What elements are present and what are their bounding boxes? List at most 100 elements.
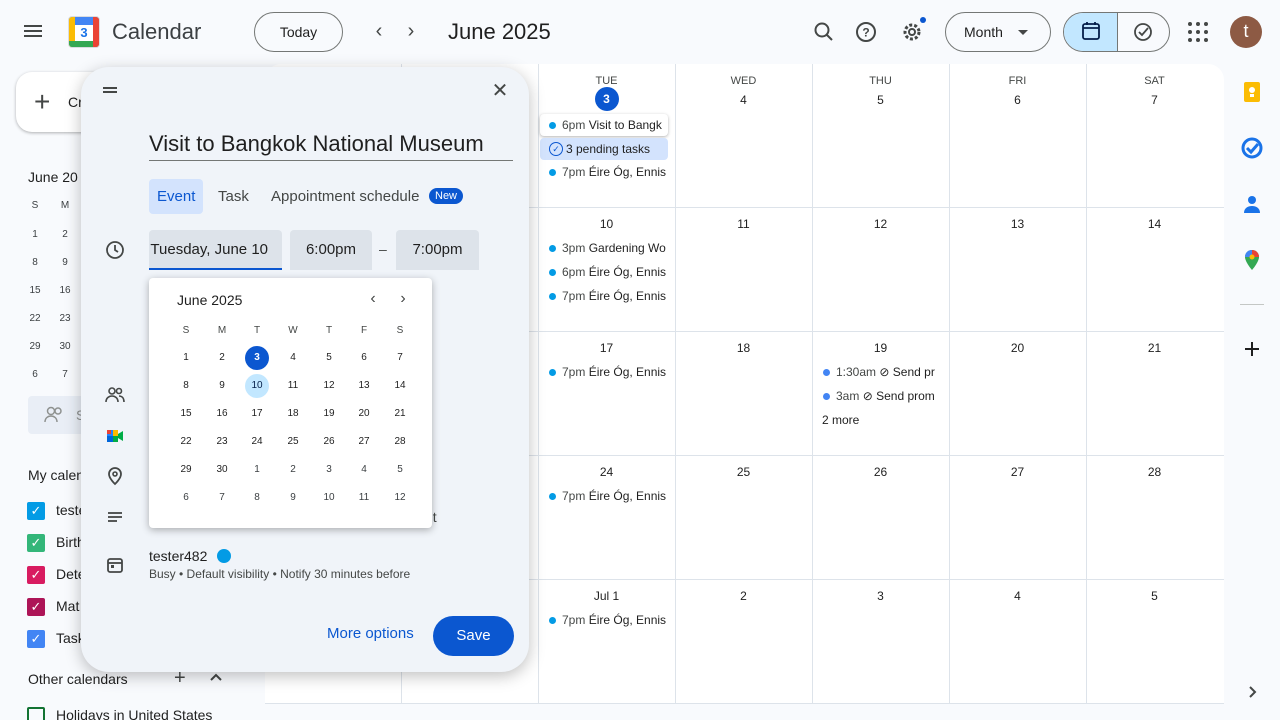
picker-day[interactable]: 6 [352,346,376,370]
day-number[interactable]: 21 [1086,341,1223,355]
day-number[interactable]: 24 [538,465,675,479]
day-number[interactable]: 12 [812,217,949,231]
drag-handle-icon[interactable] [103,87,117,95]
google-apps-icon[interactable] [1188,22,1208,42]
previous-period-icon[interactable]: ‹ [367,20,391,44]
mini-day[interactable]: 30 [54,341,76,352]
picker-day-selected[interactable]: 10 [245,374,269,398]
day-number[interactable]: 4 [675,93,812,107]
picker-day[interactable]: 7 [210,486,234,510]
picker-day[interactable]: 19 [317,402,341,426]
picker-day[interactable]: 25 [281,430,305,454]
picker-day[interactable]: 8 [245,486,269,510]
day-number[interactable]: 5 [1086,589,1223,603]
picker-day[interactable]: 13 [352,374,376,398]
event-chip[interactable]: 6pm Visit to Bangk [540,114,668,136]
picker-day[interactable]: 5 [388,458,412,482]
picker-day[interactable]: 14 [388,374,412,398]
help-icon[interactable]: ? [850,16,882,48]
day-number[interactable]: 7 [1086,93,1223,107]
tab-task[interactable]: Task [210,179,257,214]
event-chip[interactable]: 7pm Éire Óg, Ennis [540,361,668,383]
day-number[interactable]: Jul 1 [538,589,675,603]
event-chip[interactable]: 7pm Éire Óg, Ennis [540,609,668,631]
search-icon[interactable] [808,16,840,48]
picker-day[interactable]: 17 [245,402,269,426]
calendar-owner[interactable]: tester482 [149,548,207,564]
tasks-icon[interactable] [1240,136,1264,160]
picker-day[interactable]: 23 [210,430,234,454]
picker-day[interactable]: 4 [352,458,376,482]
save-button[interactable]: Save [433,616,514,656]
picker-day[interactable]: 27 [352,430,376,454]
settings-gear-icon[interactable] [896,16,928,48]
view-switcher-dropdown[interactable]: Month [945,12,1051,52]
chevron-left-icon[interactable]: ‹ [363,290,383,310]
day-number[interactable]: 3 [812,589,949,603]
checkbox-checked-icon[interactable]: ✓ [27,502,45,520]
picker-day[interactable]: 5 [317,346,341,370]
day-number[interactable]: 20 [949,341,1086,355]
picker-day[interactable]: 7 [388,346,412,370]
checkbox-checked-icon[interactable]: ✓ [27,534,45,552]
day-number[interactable]: 13 [949,217,1086,231]
today-button[interactable]: Today [254,12,343,52]
mini-day[interactable]: 29 [24,341,46,352]
picker-day[interactable]: 1 [245,458,269,482]
picker-day[interactable]: 12 [388,486,412,510]
add-guests-icon[interactable] [105,385,125,405]
picker-day[interactable]: 10 [317,486,341,510]
mini-day[interactable]: 7 [54,369,76,380]
event-chip[interactable]: 7pm Éire Óg, Ennis [540,485,668,507]
picker-day[interactable]: 6 [174,486,198,510]
event-chip[interactable]: 7pm Éire Óg, Ennis [540,285,668,307]
picker-day[interactable]: 20 [352,402,376,426]
day-number[interactable]: 25 [675,465,812,479]
mini-day[interactable]: 9 [54,257,76,268]
day-number[interactable]: 6 [949,93,1086,107]
location-icon[interactable] [105,466,125,486]
picker-day[interactable]: 2 [210,346,234,370]
picker-day[interactable]: 12 [317,374,341,398]
day-number[interactable]: 10 [538,217,675,231]
picker-day[interactable]: 11 [281,374,305,398]
keep-icon[interactable] [1240,80,1264,104]
picker-day[interactable]: 29 [174,458,198,482]
day-number[interactable]: 14 [1086,217,1223,231]
close-icon[interactable]: ✕ [489,81,511,103]
main-menu-icon[interactable] [22,22,50,42]
calendar-view-toggle[interactable] [1064,13,1118,51]
task-chip[interactable]: 1:30am ⊘ Send pr [814,361,942,383]
mini-day[interactable]: 23 [54,313,76,324]
more-options-button[interactable]: More options [327,625,414,642]
tab-appointment-schedule[interactable]: Appointment schedule [263,179,427,214]
chevron-right-icon[interactable] [1240,680,1264,704]
picker-day[interactable]: 22 [174,430,198,454]
picker-day[interactable]: 15 [174,402,198,426]
event-chip[interactable]: 3pm Gardening Wo [540,237,668,259]
day-number[interactable]: 27 [949,465,1086,479]
day-number[interactable]: 5 [812,93,949,107]
my-calendars-title[interactable]: My calen [28,467,84,483]
day-number[interactable]: 17 [538,341,675,355]
mini-day[interactable]: 1 [24,229,46,240]
mini-day[interactable]: 22 [24,313,46,324]
picker-day[interactable]: 30 [210,458,234,482]
picker-day[interactable]: 21 [388,402,412,426]
pending-tasks-chip[interactable]: ✓ 3 pending tasks [540,138,668,160]
mini-day[interactable]: 2 [54,229,76,240]
day-number-today[interactable]: 3 [538,87,675,111]
picker-day[interactable]: 11 [352,486,376,510]
event-date-field[interactable]: Tuesday, June 10 [149,230,282,270]
picker-day[interactable]: 1 [174,346,198,370]
day-number[interactable]: 26 [812,465,949,479]
picker-day[interactable]: 4 [281,346,305,370]
day-number[interactable]: 28 [1086,465,1223,479]
end-time-field[interactable]: 7:00pm [396,230,479,270]
mini-day[interactable]: 8 [24,257,46,268]
next-period-icon[interactable]: › [399,20,423,44]
event-chip[interactable]: 7pm Éire Óg, Ennis [540,161,668,183]
event-chip[interactable]: 6pm Éire Óg, Ennis [540,261,668,283]
picker-day[interactable]: 18 [281,402,305,426]
chevron-right-icon[interactable]: › [393,290,413,310]
